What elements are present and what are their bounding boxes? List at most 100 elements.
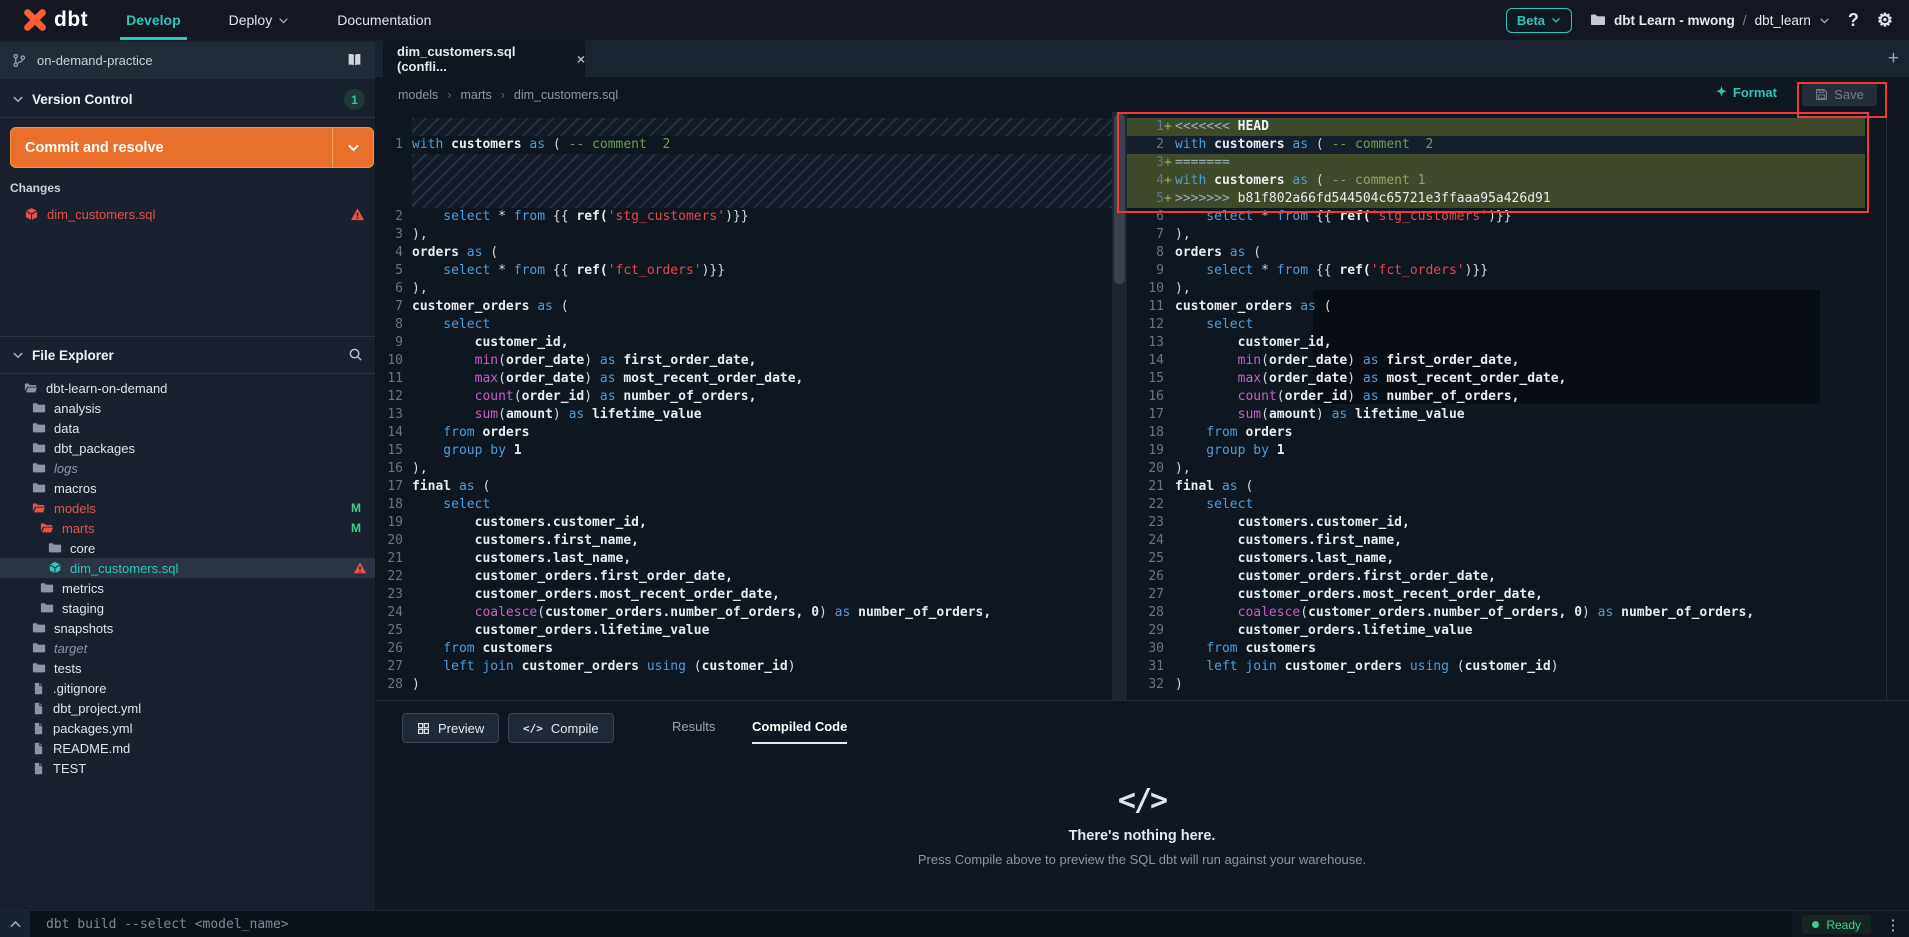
changed-file-row[interactable]: dim_customers.sql bbox=[0, 203, 375, 225]
code-line[interactable]: 8orders as ( bbox=[1127, 244, 1865, 262]
code-line[interactable]: 14 from orders bbox=[385, 424, 1112, 442]
git-branch-row[interactable]: on-demand-practice bbox=[0, 42, 375, 79]
code-line[interactable]: 23 customer_orders.most_recent_order_dat… bbox=[385, 586, 1112, 604]
tree-item-analysis[interactable]: analysis bbox=[0, 398, 375, 418]
tab-results[interactable]: Results bbox=[672, 719, 715, 734]
code-line[interactable]: 1+<<<<<<< HEAD bbox=[1127, 118, 1865, 136]
nav-item-documentation[interactable]: Documentation bbox=[313, 0, 455, 40]
tree-item-snapshots[interactable]: snapshots bbox=[0, 618, 375, 638]
code-line[interactable]: 2 select * from {{ ref('stg_customers')}… bbox=[385, 208, 1112, 226]
code-line[interactable]: 9 select * from {{ ref('fct_orders')}} bbox=[1127, 262, 1865, 280]
dbt-logo[interactable]: dbt bbox=[22, 7, 88, 33]
code-line[interactable]: 25 customers.last_name, bbox=[1127, 550, 1865, 568]
code-line[interactable]: 3), bbox=[385, 226, 1112, 244]
chevron-up-icon[interactable] bbox=[0, 911, 30, 937]
tree-item-packages.yml[interactable]: packages.yml bbox=[0, 718, 375, 738]
kebab-menu-icon[interactable]: ⋮ bbox=[1881, 916, 1905, 934]
code-pane-right[interactable]: 1+<<<<<<< HEAD2with customers as ( -- co… bbox=[1127, 118, 1865, 694]
commit-options-chevron[interactable] bbox=[332, 128, 373, 167]
version-control-header[interactable]: Version Control 1 bbox=[0, 81, 375, 117]
code-line[interactable]: 28 coalesce(customer_orders.number_of_or… bbox=[1127, 604, 1865, 622]
tree-item-core[interactable]: core bbox=[0, 538, 375, 558]
code-line[interactable]: 17final as ( bbox=[385, 478, 1112, 496]
code-line[interactable]: 13 customer_id, bbox=[1127, 334, 1865, 352]
code-line[interactable]: 22 customer_orders.first_order_date, bbox=[385, 568, 1112, 586]
file-explorer-header[interactable]: File Explorer bbox=[0, 337, 375, 373]
code-line[interactable]: 12 select bbox=[1127, 316, 1865, 334]
command-input[interactable]: dbt build --select <model_name> bbox=[30, 911, 1792, 937]
code-line[interactable]: 11 max(order_date) as most_recent_order_… bbox=[385, 370, 1112, 388]
code-line[interactable]: 1with customers as ( -- comment 2 bbox=[385, 136, 1112, 154]
code-line[interactable]: 24 customers.first_name, bbox=[1127, 532, 1865, 550]
nav-item-develop[interactable]: Develop bbox=[102, 0, 204, 40]
code-pane-left[interactable]: 1with customers as ( -- comment 2 2 selec… bbox=[385, 118, 1112, 694]
code-line[interactable]: 22 select bbox=[1127, 496, 1865, 514]
code-line[interactable]: 18 from orders bbox=[1127, 424, 1865, 442]
code-line[interactable]: 8 select bbox=[385, 316, 1112, 334]
tree-item-tests[interactable]: tests bbox=[0, 658, 375, 678]
code-line[interactable]: 16 count(order_id) as number_of_orders, bbox=[1127, 388, 1865, 406]
tree-item-dbt_packages[interactable]: dbt_packages bbox=[0, 438, 375, 458]
code-line[interactable]: 3+======= bbox=[1127, 154, 1865, 172]
code-line[interactable]: 7customer_orders as ( bbox=[385, 298, 1112, 316]
code-line[interactable]: 28) bbox=[385, 676, 1112, 694]
beta-dropdown[interactable]: Beta bbox=[1506, 8, 1572, 33]
code-line[interactable]: 9 customer_id, bbox=[385, 334, 1112, 352]
code-line[interactable]: 16), bbox=[385, 460, 1112, 478]
code-line[interactable]: 10 min(order_date) as first_order_date, bbox=[385, 352, 1112, 370]
code-line[interactable]: 27 left join customer_orders using (cust… bbox=[385, 658, 1112, 676]
tree-item-target[interactable]: target bbox=[0, 638, 375, 658]
breadcrumb-item[interactable]: models bbox=[398, 88, 438, 102]
breadcrumb-item[interactable]: dim_customers.sql bbox=[514, 88, 618, 102]
code-line[interactable]: 4+with customers as ( -- comment 1 bbox=[1127, 172, 1865, 190]
tree-item-models[interactable]: modelsM bbox=[0, 498, 375, 518]
code-line[interactable]: 13 sum(amount) as lifetime_value bbox=[385, 406, 1112, 424]
code-line[interactable]: 7), bbox=[1127, 226, 1865, 244]
code-line[interactable]: 20), bbox=[1127, 460, 1865, 478]
compile-button[interactable]: </> Compile bbox=[508, 713, 614, 743]
code-line[interactable]: 29 customer_orders.lifetime_value bbox=[1127, 622, 1865, 640]
pane-scrollbar-thumb[interactable] bbox=[1114, 114, 1125, 284]
code-line[interactable]: 5 select * from {{ ref('fct_orders')}} bbox=[385, 262, 1112, 280]
tree-item-dim_customers.sql[interactable]: dim_customers.sql bbox=[0, 558, 375, 578]
nav-item-deploy[interactable]: Deploy bbox=[205, 0, 314, 40]
code-line[interactable]: 4orders as ( bbox=[385, 244, 1112, 262]
code-line[interactable]: 11customer_orders as ( bbox=[1127, 298, 1865, 316]
code-line[interactable]: 6 select * from {{ ref('stg_customers')}… bbox=[1127, 208, 1865, 226]
code-line[interactable]: 21final as ( bbox=[1127, 478, 1865, 496]
code-line[interactable]: 10), bbox=[1127, 280, 1865, 298]
tree-item-staging[interactable]: staging bbox=[0, 598, 375, 618]
code-line[interactable]: 31 left join customer_orders using (cust… bbox=[1127, 658, 1865, 676]
code-line[interactable]: 27 customer_orders.most_recent_order_dat… bbox=[1127, 586, 1865, 604]
code-line[interactable]: 25 customer_orders.lifetime_value bbox=[385, 622, 1112, 640]
tab-dim-customers[interactable]: dim_customers.sql (confli... × bbox=[383, 40, 585, 77]
code-line[interactable]: 15 group by 1 bbox=[385, 442, 1112, 460]
tree-item-dbt-learn-on-demand[interactable]: dbt-learn-on-demand bbox=[0, 378, 375, 398]
settings-gear-icon[interactable]: ⚙ bbox=[1877, 10, 1893, 31]
breadcrumb-item[interactable]: marts bbox=[460, 88, 491, 102]
search-icon[interactable] bbox=[348, 347, 363, 362]
code-line[interactable]: 21 customers.last_name, bbox=[385, 550, 1112, 568]
code-line[interactable]: 32) bbox=[1127, 676, 1865, 694]
code-line[interactable]: 20 customers.first_name, bbox=[385, 532, 1112, 550]
code-line[interactable]: 26 from customers bbox=[385, 640, 1112, 658]
code-line[interactable]: 6), bbox=[385, 280, 1112, 298]
code-line[interactable]: 23 customers.customer_id, bbox=[1127, 514, 1865, 532]
code-line[interactable]: 12 count(order_id) as number_of_orders, bbox=[385, 388, 1112, 406]
code-line[interactable]: 30 from customers bbox=[1127, 640, 1865, 658]
tree-item-logs[interactable]: logs bbox=[0, 458, 375, 478]
preview-button[interactable]: Preview bbox=[402, 713, 499, 743]
format-button[interactable]: ✦ Format bbox=[1716, 84, 1777, 100]
new-tab-icon[interactable]: + bbox=[1888, 48, 1899, 70]
tab-compiled-code[interactable]: Compiled Code bbox=[752, 719, 847, 734]
code-line[interactable]: 24 coalesce(customer_orders.number_of_or… bbox=[385, 604, 1112, 622]
code-line[interactable]: 17 sum(amount) as lifetime_value bbox=[1127, 406, 1865, 424]
docs-book-icon[interactable] bbox=[346, 52, 363, 69]
code-line[interactable]: 15 max(order_date) as most_recent_order_… bbox=[1127, 370, 1865, 388]
tree-item-data[interactable]: data bbox=[0, 418, 375, 438]
code-line[interactable]: 5+>>>>>>> b81f802a66fd544504c65721e3ffaa… bbox=[1127, 190, 1865, 208]
diff-editor[interactable]: 1with customers as ( -- comment 2 2 selec… bbox=[375, 112, 1909, 700]
project-switcher[interactable]: dbt Learn - mwong / dbt_learn bbox=[1590, 12, 1830, 28]
tree-item-marts[interactable]: martsM bbox=[0, 518, 375, 538]
code-line[interactable]: 18 select bbox=[385, 496, 1112, 514]
